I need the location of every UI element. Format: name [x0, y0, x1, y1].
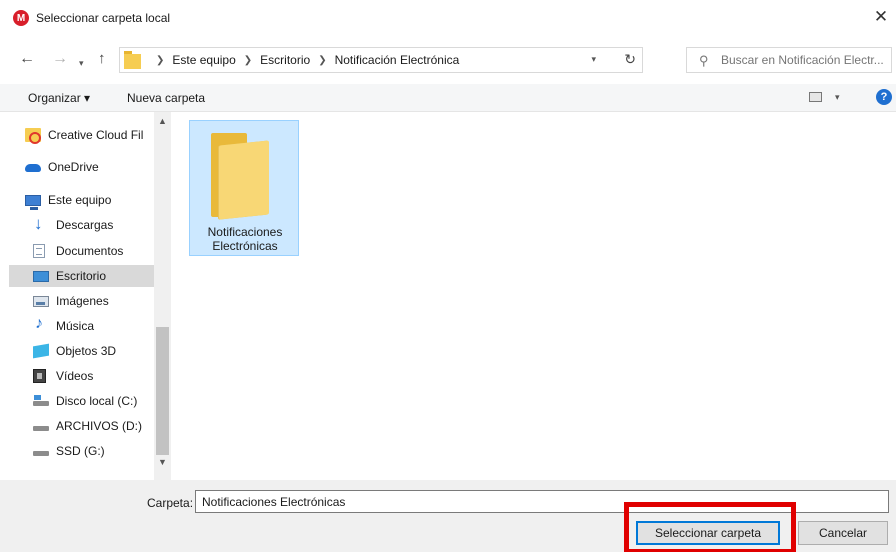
desktop-icon [33, 270, 49, 282]
sidebar-item-imagenes[interactable]: Imágenes [9, 290, 154, 312]
sidebar-item-label: Este equipo [48, 193, 112, 207]
creative-cloud-icon [25, 128, 41, 144]
local-disk-icon [33, 394, 49, 408]
sidebar-item-documentos[interactable]: Documentos [9, 240, 154, 262]
breadcrumb-escritorio[interactable]: Escritorio [260, 53, 310, 67]
file-list: Notificaciones Electrónicas [171, 112, 896, 480]
sidebar-item-descargas[interactable]: Descargas [9, 214, 154, 236]
sidebar-item-archivos-d[interactable]: ARCHIVOS (D:) [9, 415, 154, 437]
address-dropdown-icon[interactable]: ▾ [591, 54, 596, 65]
search-icon: ⚲ [699, 53, 709, 68]
refresh-icon[interactable]: ↻ [624, 51, 636, 68]
documents-icon [33, 244, 45, 258]
music-icon [33, 315, 49, 333]
sidebar-item-label: Escritorio [56, 269, 107, 283]
forward-arrow-icon[interactable]: → [52, 50, 68, 68]
folder-item-label: Notificaciones Electrónicas [207, 225, 283, 253]
chevron-right-icon[interactable]: ❯ [318, 55, 326, 66]
sidebar-item-label: Vídeos [56, 369, 94, 383]
sidebar-item-label: Descargas [56, 218, 114, 232]
folder-name-input[interactable] [195, 490, 889, 513]
sidebar-item-label: Disco local (C:) [56, 394, 138, 408]
sidebar-item-este-equipo[interactable]: Este equipo [9, 189, 154, 211]
sidebar-item-label: OneDrive [48, 160, 99, 174]
view-dropdown-icon[interactable]: ▾ [835, 92, 840, 103]
cancel-button[interactable]: Cancelar [798, 521, 888, 545]
breadcrumb-notificacion-electronica[interactable]: Notificación Electrónica [335, 53, 460, 67]
back-arrow-icon[interactable]: ← [19, 50, 35, 68]
chevron-right-icon[interactable]: ❯ [156, 55, 164, 66]
this-pc-icon [25, 194, 41, 210]
folder-icon [211, 133, 269, 220]
folder-icon [124, 51, 141, 69]
up-arrow-icon[interactable]: ↑ [98, 50, 106, 68]
app-logo-icon: M [13, 10, 29, 26]
navigation-pane: Creative Cloud Fil OneDrive Este equipo … [0, 112, 171, 480]
folder-item-notificaciones-electronicas[interactable]: Notificaciones Electrónicas [189, 120, 299, 256]
drive-icon [33, 444, 49, 458]
sidebar-item-label: SSD (G:) [56, 444, 105, 458]
sidebar-item-objetos-3d[interactable]: Objetos 3D [9, 340, 154, 362]
select-folder-button[interactable]: Seleccionar carpeta [636, 521, 780, 545]
close-icon[interactable]: ✕ [872, 7, 890, 27]
breadcrumb: ❯ Este equipo ❯ Escritorio ❯ Notificació… [148, 53, 459, 67]
pictures-icon [33, 295, 49, 307]
navigation-bar: ← → ▾ ↑ ❯ Este equipo ❯ Escritorio ❯ Not… [0, 44, 896, 76]
scroll-down-icon[interactable]: ▼ [154, 457, 171, 467]
3d-objects-icon [33, 343, 49, 359]
scrollbar-thumb[interactable] [156, 327, 169, 455]
window-title: Seleccionar carpeta local [36, 11, 171, 25]
breadcrumb-este-equipo[interactable]: Este equipo [172, 53, 235, 67]
sidebar-item-ssd-g[interactable]: SSD (G:) [9, 440, 154, 462]
organize-menu-button[interactable]: Organizar ▾ [28, 91, 90, 105]
sidebar-item-label: Objetos 3D [56, 344, 117, 358]
chevron-right-icon[interactable]: ❯ [244, 55, 252, 66]
sidebar-item-label: Documentos [56, 244, 124, 258]
sidebar-item-onedrive[interactable]: OneDrive [9, 156, 154, 178]
search-box[interactable]: ⚲ [686, 47, 892, 73]
folder-field-label: Carpeta: [147, 496, 194, 510]
sidebar-item-label: Creative Cloud Fil [48, 128, 144, 142]
downloads-icon [33, 214, 49, 234]
sidebar-item-escritorio[interactable]: Escritorio [9, 265, 154, 287]
sidebar-item-label: Música [56, 319, 95, 333]
sidebar-scrollbar[interactable]: ▲ ▼ [154, 112, 171, 480]
view-options-icon[interactable] [809, 92, 822, 102]
scroll-up-icon[interactable]: ▲ [154, 116, 171, 126]
sidebar-item-label: Imágenes [56, 294, 109, 308]
new-folder-button[interactable]: Nueva carpeta [127, 91, 205, 105]
onedrive-icon [25, 160, 41, 174]
search-input[interactable] [721, 48, 891, 72]
dialog-footer: Carpeta: Seleccionar carpeta Cancelar [0, 480, 896, 552]
sidebar-item-label: ARCHIVOS (D:) [56, 419, 143, 433]
recent-locations-chevron-icon[interactable]: ▾ [79, 54, 84, 72]
sidebar-item-disco-local-c[interactable]: Disco local (C:) [9, 390, 154, 412]
title-bar: M Seleccionar carpeta local ✕ [0, 0, 896, 36]
address-bar[interactable]: ❯ Este equipo ❯ Escritorio ❯ Notificació… [119, 47, 643, 73]
command-bar: Organizar ▾ Nueva carpeta ▾ ? [0, 84, 896, 112]
help-icon[interactable]: ? [876, 89, 892, 105]
sidebar-item-musica[interactable]: Música [9, 315, 154, 337]
sidebar-item-creative-cloud[interactable]: Creative Cloud Fil [9, 124, 154, 146]
drive-icon [33, 419, 49, 433]
videos-icon [33, 369, 46, 383]
sidebar-item-network-partial[interactable] [9, 472, 154, 480]
sidebar-item-videos[interactable]: Vídeos [9, 365, 154, 387]
